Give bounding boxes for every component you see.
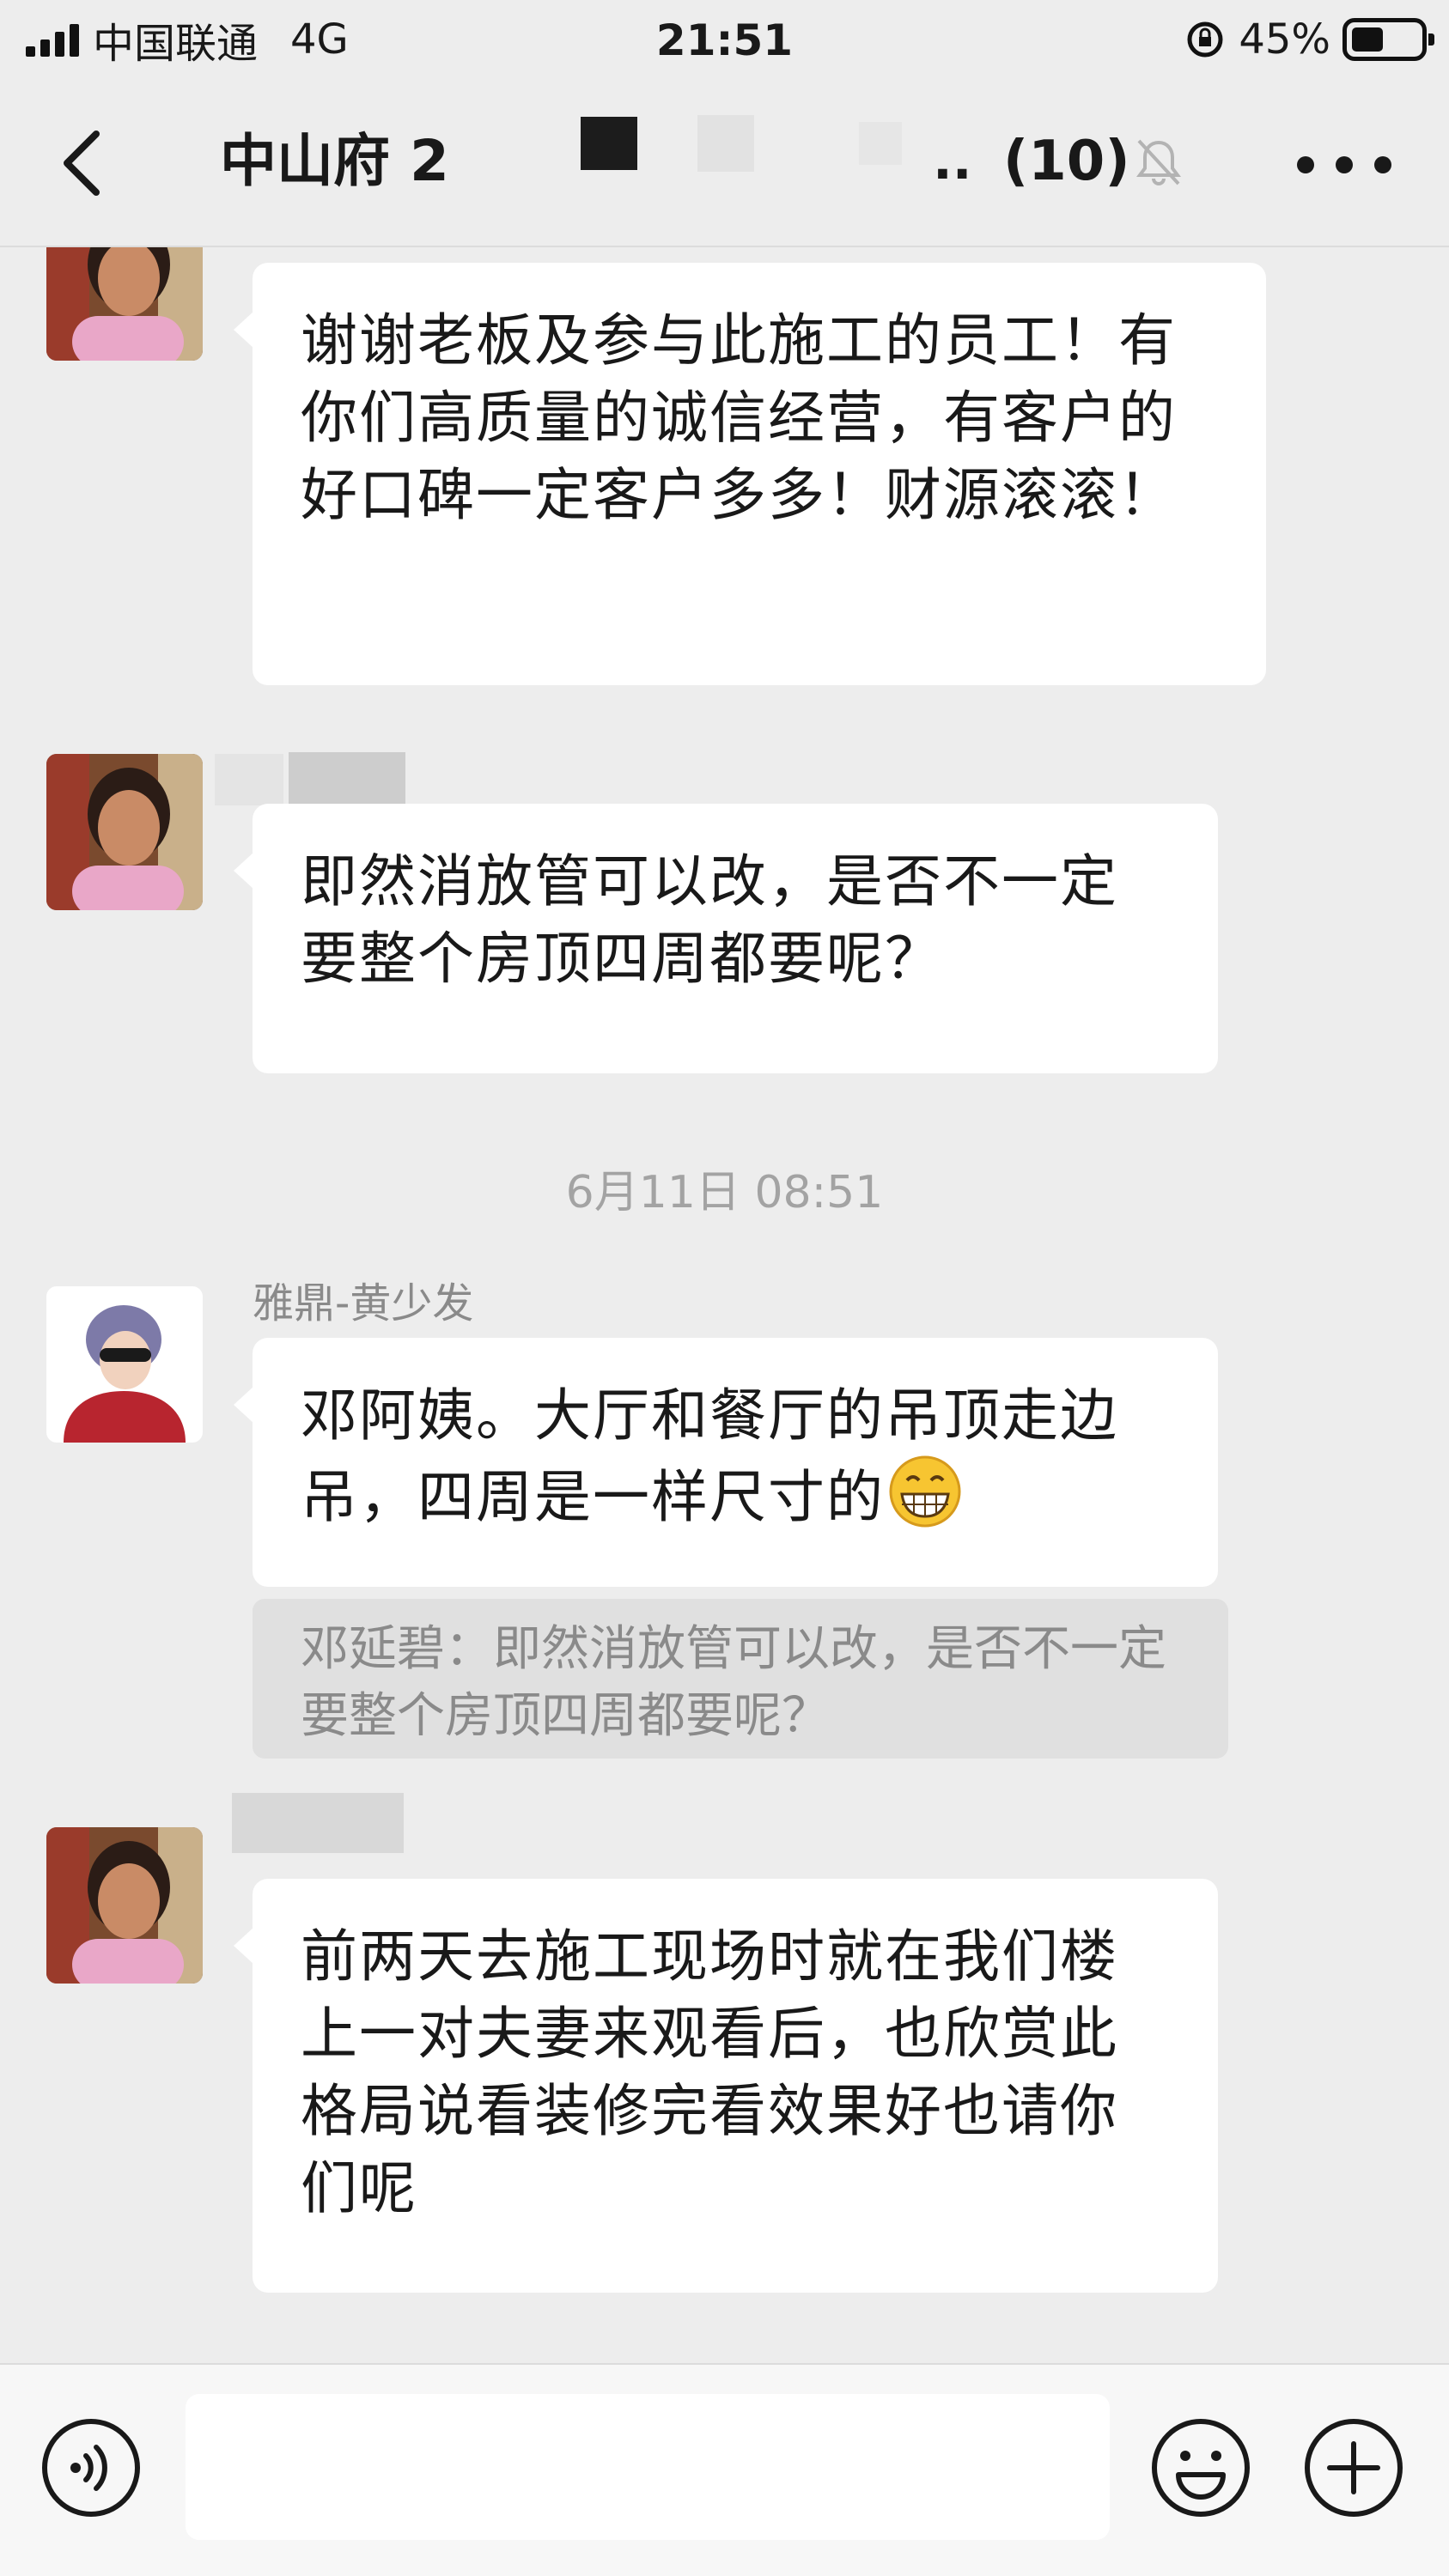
redacted-block bbox=[581, 117, 637, 170]
message-input[interactable] bbox=[186, 2394, 1110, 2540]
avatar[interactable] bbox=[46, 754, 203, 910]
message-bubble[interactable]: 前两天去施工现场时就在我们楼上一对夫妻来观看后，也欣赏此格局说看装修完看效果好也… bbox=[234, 1879, 1218, 2293]
battery-icon bbox=[1342, 18, 1434, 61]
message-text: 即然消放管可以改，是否不一定要整个房顶四周都要呢？ bbox=[301, 848, 1118, 992]
status-bar: 中国联通 4G 21:51 45% bbox=[0, 0, 1449, 79]
rotation-lock-icon bbox=[1187, 21, 1223, 58]
sender-name: 雅鼎-黄少发 bbox=[253, 1279, 474, 1327]
battery-percent: 45% bbox=[1239, 15, 1330, 64]
mute-bell-icon bbox=[1136, 139, 1181, 185]
more-icon[interactable] bbox=[1297, 148, 1391, 182]
message-text: 邓阿姨。大厅和餐厅的吊顶走边吊，四周是一样尺寸的 bbox=[301, 1382, 1118, 1530]
redacted-block bbox=[697, 115, 754, 172]
message-bubble[interactable]: 即然消放管可以改，是否不一定要整个房顶四周都要呢？ bbox=[234, 804, 1218, 1073]
message-list[interactable]: 谢谢老板及参与此施工的员工！有你们高质量的诚信经营，有客户的好口碑一定客户多多！… bbox=[0, 247, 1449, 2363]
redacted-sender-name bbox=[215, 754, 283, 805]
grinning-emoji bbox=[889, 1455, 961, 1528]
quote-text: 邓延碧：即然消放管可以改，是否不一定要整个房顶四周都要呢？ bbox=[301, 1621, 1166, 1744]
quoted-message[interactable]: 邓延碧：即然消放管可以改，是否不一定要整个房顶四周都要呢？ bbox=[253, 1599, 1228, 1759]
avatar[interactable] bbox=[46, 1827, 203, 1984]
member-count: (10) bbox=[1003, 130, 1130, 193]
message-text: 前两天去施工现场时就在我们楼上一对夫妻来观看后，也欣赏此格局说看装修完看效果好也… bbox=[301, 1923, 1118, 2221]
chat-header: 中山府 2 .. (10) bbox=[0, 79, 1449, 247]
avatar[interactable] bbox=[46, 247, 203, 361]
title-ellipsis: .. bbox=[933, 131, 972, 191]
message-text: 谢谢老板及参与此施工的员工！有你们高质量的诚信经营，有客户的好口碑一定客户多多！… bbox=[301, 307, 1177, 528]
redacted-sender-name bbox=[232, 1793, 404, 1853]
plus-icon[interactable] bbox=[1302, 2416, 1405, 2519]
message-bubble[interactable]: 邓阿姨。大厅和餐厅的吊顶走边吊，四周是一样尺寸的 bbox=[234, 1338, 1218, 1587]
redacted-sender-name bbox=[289, 752, 405, 807]
redacted-block bbox=[859, 122, 902, 165]
avatar[interactable] bbox=[46, 1286, 203, 1443]
input-bar bbox=[0, 2363, 1449, 2576]
back-icon[interactable] bbox=[48, 122, 117, 204]
chat-title: 中山府 2 bbox=[220, 128, 449, 194]
message-bubble[interactable]: 谢谢老板及参与此施工的员工！有你们高质量的诚信经营，有客户的好口碑一定客户多多！… bbox=[234, 263, 1266, 685]
timestamp: 6月11日 08:51 bbox=[565, 1167, 884, 1218]
emoji-icon[interactable] bbox=[1149, 2416, 1252, 2519]
voice-icon[interactable] bbox=[40, 2416, 143, 2519]
